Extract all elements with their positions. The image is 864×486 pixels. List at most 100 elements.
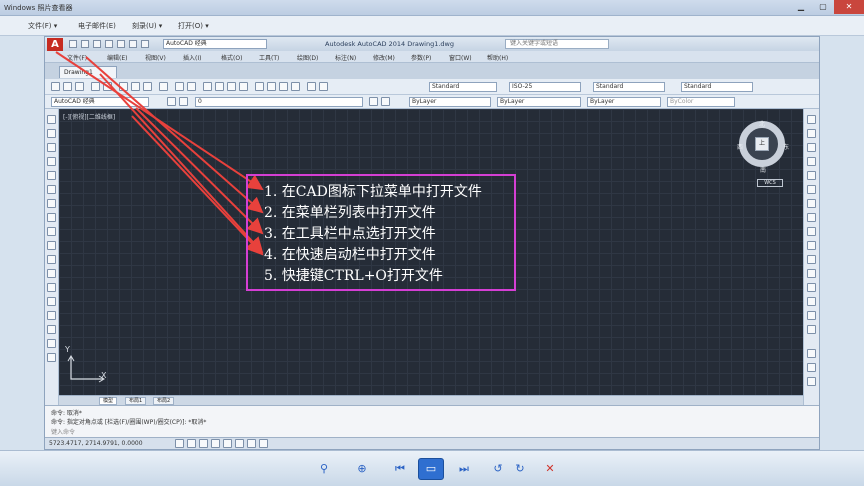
cad-menu-parametric[interactable]: 参数(P) bbox=[411, 53, 431, 62]
offset-icon[interactable] bbox=[807, 157, 816, 166]
cad-menu-dimension[interactable]: 标注(N) bbox=[335, 53, 356, 62]
layer-select[interactable]: 0 bbox=[195, 97, 363, 107]
osnap-toggle-icon[interactable] bbox=[223, 439, 232, 448]
zoom-icon[interactable] bbox=[215, 82, 224, 91]
redo-icon[interactable] bbox=[187, 82, 196, 91]
print-icon[interactable] bbox=[91, 82, 100, 91]
save-icon[interactable] bbox=[75, 82, 84, 91]
zoom-previous-icon[interactable] bbox=[239, 82, 248, 91]
fillet-icon[interactable] bbox=[807, 311, 816, 320]
cad-menu-help[interactable]: 帮助(H) bbox=[487, 53, 508, 62]
chamfer-icon[interactable] bbox=[807, 297, 816, 306]
rotate-cw-icon[interactable]: ↻ bbox=[508, 459, 532, 479]
linetype-select[interactable]: ByLayer bbox=[497, 97, 581, 107]
scale-icon[interactable] bbox=[807, 213, 816, 222]
saveas-icon[interactable] bbox=[105, 40, 113, 48]
stretch-icon[interactable] bbox=[807, 227, 816, 236]
viewcube-west[interactable]: 西 bbox=[737, 142, 743, 151]
copy-object-icon[interactable] bbox=[807, 129, 816, 138]
copy-icon[interactable] bbox=[131, 82, 140, 91]
help-icon[interactable] bbox=[319, 82, 328, 91]
zoom-window-icon[interactable] bbox=[227, 82, 236, 91]
open-icon[interactable] bbox=[81, 40, 89, 48]
table-style-select[interactable]: Standard bbox=[593, 82, 665, 92]
maximize-button[interactable]: ▢ bbox=[812, 0, 834, 14]
make-current-icon[interactable] bbox=[369, 97, 378, 106]
workspace-select[interactable]: AutoCAD 经典 bbox=[163, 39, 267, 49]
redo-icon[interactable] bbox=[141, 40, 149, 48]
minimize-button[interactable]: ▁ bbox=[790, 0, 812, 14]
line-icon[interactable] bbox=[47, 115, 56, 124]
viewer-menu-open[interactable]: 打开(O) ▾ bbox=[178, 21, 209, 31]
viewer-menu-email[interactable]: 电子邮件(E) bbox=[78, 21, 116, 31]
match-icon[interactable] bbox=[159, 82, 168, 91]
cad-menu-draw[interactable]: 绘图(D) bbox=[297, 53, 318, 62]
prev-icon[interactable]: ⏮ bbox=[388, 459, 412, 479]
new-icon[interactable] bbox=[51, 82, 60, 91]
viewcube-top[interactable]: 上 bbox=[755, 137, 769, 151]
insert-block-icon[interactable] bbox=[47, 255, 56, 264]
cad-menu-format[interactable]: 格式(O) bbox=[221, 53, 242, 62]
tab-drawing1[interactable]: Drawing1 bbox=[59, 66, 117, 78]
join-icon[interactable] bbox=[807, 283, 816, 292]
sheet-set-icon[interactable] bbox=[291, 82, 300, 91]
new-icon[interactable] bbox=[69, 40, 77, 48]
gradient-icon[interactable] bbox=[47, 311, 56, 320]
cad-menu-file[interactable]: 文件(F) bbox=[67, 53, 87, 62]
properties-icon[interactable] bbox=[255, 82, 264, 91]
cad-menu-insert[interactable]: 插入(I) bbox=[183, 53, 201, 62]
hatch-icon[interactable] bbox=[47, 297, 56, 306]
text-style-select[interactable]: Standard bbox=[429, 82, 497, 92]
autocad-logo-icon[interactable]: A bbox=[47, 38, 63, 52]
mirror-icon[interactable] bbox=[807, 143, 816, 152]
extend-icon[interactable] bbox=[807, 255, 816, 264]
tab-model[interactable]: 模型 bbox=[99, 397, 118, 405]
rotate-ccw-icon[interactable]: ↺ bbox=[486, 459, 510, 479]
viewer-menu-burn[interactable]: 刻录(U) ▾ bbox=[132, 21, 162, 31]
viewcube-north[interactable]: 北 bbox=[759, 119, 765, 128]
osnap-endpoint-icon[interactable] bbox=[807, 363, 816, 372]
point-icon[interactable] bbox=[47, 283, 56, 292]
tool-palette-icon[interactable] bbox=[279, 82, 288, 91]
polygon-icon[interactable] bbox=[47, 157, 56, 166]
osnap-icon[interactable] bbox=[807, 349, 816, 358]
trim-icon[interactable] bbox=[807, 241, 816, 250]
layer-previous-icon[interactable] bbox=[381, 97, 390, 106]
pan-icon[interactable] bbox=[203, 82, 212, 91]
cad-menu-window[interactable]: 窗口(W) bbox=[449, 53, 472, 62]
fit-icon[interactable]: ⊕ bbox=[350, 459, 374, 479]
open-icon[interactable] bbox=[63, 82, 72, 91]
paste-icon[interactable] bbox=[143, 82, 152, 91]
cad-menu-tools[interactable]: 工具(T) bbox=[259, 53, 279, 62]
cad-menu-view[interactable]: 视图(V) bbox=[145, 53, 166, 62]
delete-icon[interactable]: ✕ bbox=[538, 459, 562, 479]
save-icon[interactable] bbox=[93, 40, 101, 48]
mtext-icon[interactable] bbox=[47, 353, 56, 362]
polar-icon[interactable] bbox=[211, 439, 220, 448]
undo-icon[interactable] bbox=[175, 82, 184, 91]
calculator-icon[interactable] bbox=[307, 82, 316, 91]
workspace-combo[interactable]: AutoCAD 经典 bbox=[51, 97, 149, 107]
cut-icon[interactable] bbox=[119, 82, 128, 91]
region-icon[interactable] bbox=[47, 325, 56, 334]
explode-icon[interactable] bbox=[807, 325, 816, 334]
plotstyle-select[interactable]: ByColor bbox=[667, 97, 735, 107]
rotate-icon[interactable] bbox=[807, 199, 816, 208]
construction-line-icon[interactable] bbox=[47, 129, 56, 138]
zoom-icon[interactable]: ⚲ bbox=[312, 459, 336, 479]
close-button[interactable]: ✕ bbox=[834, 0, 864, 14]
design-center-icon[interactable] bbox=[267, 82, 276, 91]
cad-menu-modify[interactable]: 修改(M) bbox=[373, 53, 395, 62]
undo-icon[interactable] bbox=[129, 40, 137, 48]
next-icon[interactable]: ⏭ bbox=[452, 459, 476, 479]
arc-icon[interactable] bbox=[47, 185, 56, 194]
viewcube-south[interactable]: 南 bbox=[760, 165, 766, 174]
layer-state-icon[interactable] bbox=[179, 97, 188, 106]
print-icon[interactable] bbox=[117, 40, 125, 48]
command-input[interactable]: 键入命令 bbox=[51, 427, 75, 436]
viewer-menu-file[interactable]: 文件(F) ▾ bbox=[28, 21, 57, 31]
move-icon[interactable] bbox=[807, 185, 816, 194]
circle-icon[interactable] bbox=[47, 199, 56, 208]
viewcube-east[interactable]: 东 bbox=[783, 142, 789, 151]
erase-icon[interactable] bbox=[807, 115, 816, 124]
